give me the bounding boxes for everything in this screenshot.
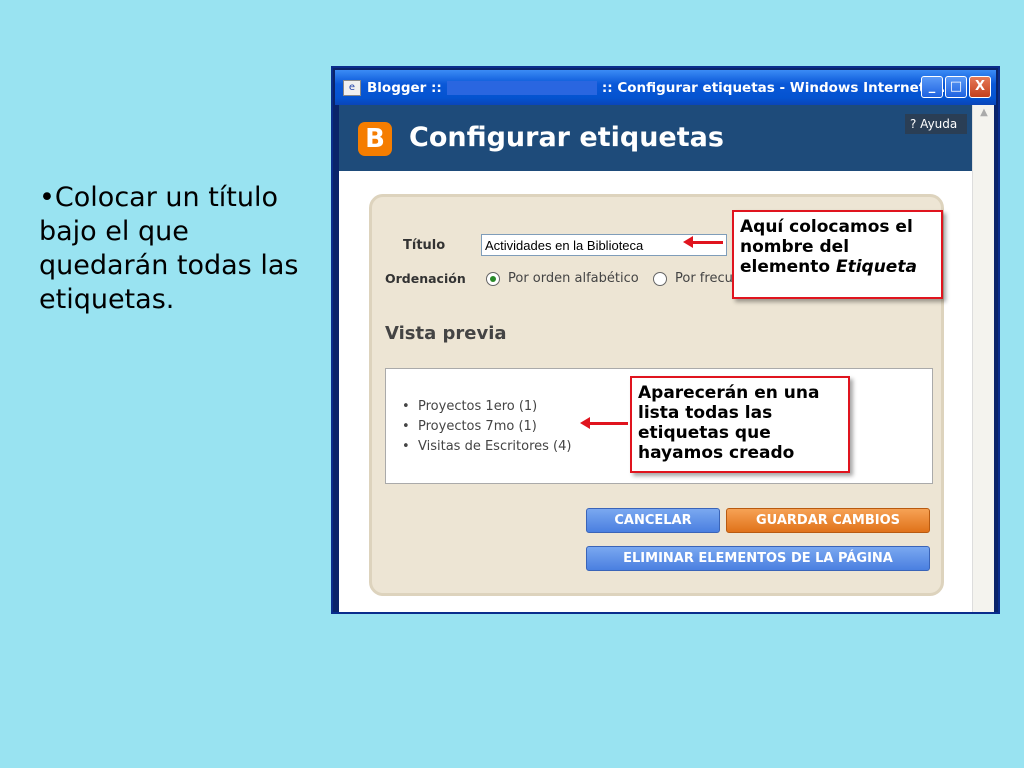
- blogger-logo-icon: B: [358, 122, 392, 156]
- delete-page-element-button[interactable]: ELIMINAR ELEMENTOS DE LA PÁGINA: [586, 546, 930, 571]
- ordenacion-label: Ordenación: [385, 271, 466, 286]
- minimize-button[interactable]: _: [921, 76, 943, 98]
- callout-preview-line: lista todas las: [638, 403, 773, 423]
- callout-arrow-titulo: [683, 236, 723, 248]
- window-title-right: :: Configurar etiquetas - Windows Intern…: [601, 79, 946, 96]
- scroll-up-icon[interactable]: ▲: [976, 107, 992, 123]
- callout-arrow-preview: [580, 417, 628, 429]
- redacted-bar: [446, 80, 597, 95]
- browser-window: e Blogger :::: Configurar etiquetas - Wi…: [331, 66, 1000, 614]
- save-changes-button[interactable]: GUARDAR CAMBIOS: [726, 508, 930, 533]
- cancel-button[interactable]: CANCELAR: [586, 508, 720, 533]
- radio-frequency-label: Por frecu: [675, 271, 733, 286]
- window-title-left: Blogger ::: [367, 79, 442, 96]
- callout-preview-line: etiquetas que: [638, 423, 771, 443]
- callout-titulo-text: elemento: [740, 257, 831, 277]
- radio-alphabetical-label: Por orden alfabético: [508, 271, 639, 286]
- callout-preview-line: hayamos creado: [638, 443, 795, 463]
- preview-title: Vista previa: [385, 323, 507, 344]
- vertical-scrollbar[interactable]: ▲: [972, 105, 994, 612]
- window-titlebar[interactable]: e Blogger :::: Configurar etiquetas - Wi…: [335, 70, 996, 105]
- slide-bullet-text: •Colocar un título bajo el que quedarán …: [39, 182, 299, 315]
- preview-list-item: Proyectos 1ero (1): [402, 399, 537, 414]
- callout-titulo: Aquí colocamos el nombre del elemento Et…: [732, 210, 943, 299]
- callout-titulo-emphasis: Etiqueta: [835, 257, 917, 277]
- maximize-button[interactable]: □: [945, 76, 967, 98]
- page-content: B Configurar etiquetas ? Ayuda ▲ Título …: [339, 105, 994, 612]
- radio-frequency[interactable]: [653, 272, 667, 286]
- help-link[interactable]: ? Ayuda: [905, 114, 967, 134]
- page-header: B Configurar etiquetas ? Ayuda: [339, 105, 972, 171]
- titulo-label: Título: [403, 238, 446, 253]
- preview-list-item: Visitas de Escritores (4): [402, 439, 572, 454]
- page-title: Configurar etiquetas: [409, 122, 724, 153]
- radio-alphabetical[interactable]: [486, 272, 500, 286]
- close-button[interactable]: X: [969, 76, 991, 98]
- preview-list-item: Proyectos 7mo (1): [402, 419, 537, 434]
- callout-preview-line: Aparecerán en una: [638, 383, 820, 403]
- ie-window-icon: e: [343, 79, 361, 96]
- callout-preview: Aparecerán en una lista todas las etique…: [630, 376, 850, 473]
- callout-titulo-line: Aquí colocamos el: [740, 217, 913, 237]
- callout-titulo-line: elemento Etiqueta: [740, 257, 935, 277]
- window-title: Blogger :::: Configurar etiquetas - Wind…: [367, 80, 945, 96]
- callout-titulo-line: nombre del: [740, 237, 850, 257]
